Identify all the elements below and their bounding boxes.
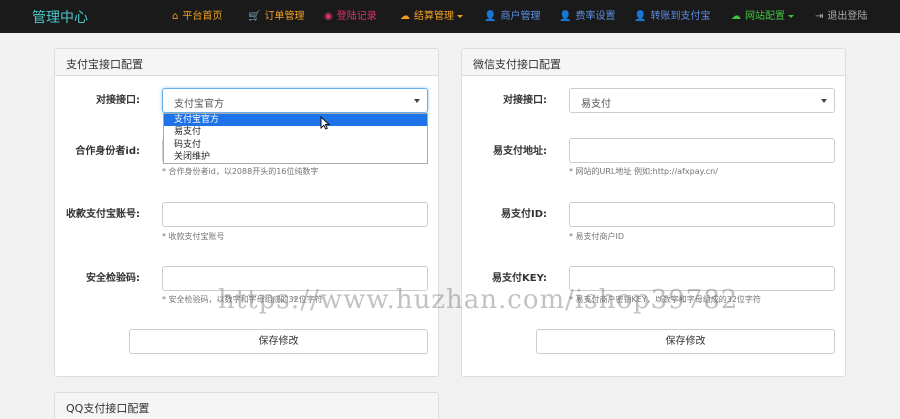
panel-header: 支付宝接口配置 [55,49,438,76]
dropdown-option[interactable]: 支付宝官方 [164,114,427,126]
nav-rates-label: 费率设置 [575,11,616,22]
alipay-account-help: * 收款支付宝账号 [162,232,225,241]
nav-transfer-alipay[interactable]: 👤 转账到支付宝 [634,0,710,33]
alipay-key-label: 安全检验码: [86,273,140,284]
home-icon: ⌂ [172,11,179,22]
wechat-save-button[interactable]: 保存修改 [536,329,835,354]
user-icon: 👤 [484,11,497,22]
wechat-url-label: 易支付地址: [493,146,547,157]
wechat-url-help: * 网站的URL地址 例如:http://afxpay.cn/ [569,167,718,176]
nav-login-records-label: 登陆记录 [336,11,377,22]
nav-transfer-alipay-label: 转账到支付宝 [650,11,711,22]
mouse-cursor-icon [320,116,330,130]
cloud-icon: ☁ [400,11,410,22]
wechat-key-label: 易支付KEY: [492,273,547,284]
nav-site-config-label: 网站配置 [745,11,785,22]
nav-home[interactable]: ⌂ 平台首页 [172,0,222,33]
nav-rates[interactable]: 👤 费率设置 [559,0,615,33]
alipay-save-button[interactable]: 保存修改 [129,329,428,354]
nav-orders-label: 订单管理 [264,11,305,22]
wechat-id-help: * 易支付商户ID [569,232,625,241]
qq-config-panel: QQ支付接口配置 [54,392,439,419]
nav-logout[interactable]: ⇥ 退出登陆 [815,0,867,33]
chevron-down-icon [821,99,827,103]
wechat-interface-label: 对接接口: [503,95,547,106]
nav-merchants-label: 商户管理 [500,11,541,22]
nav-login-records[interactable]: ◉ 登陆记录 [324,0,377,33]
select-value: 支付宝官方 [174,99,224,110]
logout-icon: ⇥ [815,11,824,22]
wechat-id-input[interactable] [569,202,835,227]
panel-header: QQ支付接口配置 [55,393,438,419]
wechat-url-input[interactable] [569,138,835,163]
alipay-partner-label: 合作身份者id: [75,146,140,157]
nav-settlement-label: 结算管理 [414,11,454,22]
nav-home-label: 平台首页 [182,11,223,22]
user-icon: 👤 [634,11,647,22]
alipay-interface-select[interactable]: 支付宝官方 [162,88,428,113]
dropdown-option[interactable]: 易支付 [164,126,427,138]
top-navbar: 管理中心 ⌂ 平台首页 🛒 订单管理 ◉ 登陆记录 ☁ 结算管理 👤 商户管理 👤 费率设置… [0,0,900,33]
dropdown-option[interactable]: 关闭维护 [164,151,427,163]
nav-settlement[interactable]: ☁ 结算管理 [400,0,463,33]
dropdown-option[interactable]: 码支付 [164,139,427,151]
wechat-id-label: 易支付ID: [500,209,547,220]
panel-title: QQ支付接口配置 [66,402,150,415]
cart-icon: 🛒 [248,11,261,22]
alipay-account-input[interactable] [162,202,428,227]
camera-icon: ◉ [324,11,333,22]
watermark-text: https://www.huzhan.com/ishop39782 [218,285,739,315]
cloud-icon: ☁ [731,11,741,22]
chevron-down-icon [788,14,794,18]
alipay-interface-dropdown: 支付宝官方 易支付 码支付 关闭维护 [163,113,428,164]
nav-logout-label: 退出登陆 [827,11,868,22]
alipay-interface-label: 对接接口: [96,95,140,106]
nav-site-config[interactable]: ☁ 网站配置 [731,0,794,33]
chevron-down-icon [457,14,463,18]
chevron-down-icon [414,99,420,103]
panel-header: 微信支付接口配置 [462,49,845,76]
panel-title: 微信支付接口配置 [473,58,561,71]
wechat-interface-select[interactable]: 易支付 [569,88,835,113]
alipay-partner-help: * 合作身份者id，以2088开头的16位纯数字 [162,167,319,176]
brand-title[interactable]: 管理中心 [32,7,88,27]
panel-title: 支付宝接口配置 [66,58,143,71]
user-icon: 👤 [559,11,572,22]
nav-orders[interactable]: 🛒 订单管理 [248,0,304,33]
select-value: 易支付 [581,99,611,110]
nav-merchants[interactable]: 👤 商户管理 [484,0,540,33]
alipay-account-label: 收款支付宝账号: [66,209,140,220]
